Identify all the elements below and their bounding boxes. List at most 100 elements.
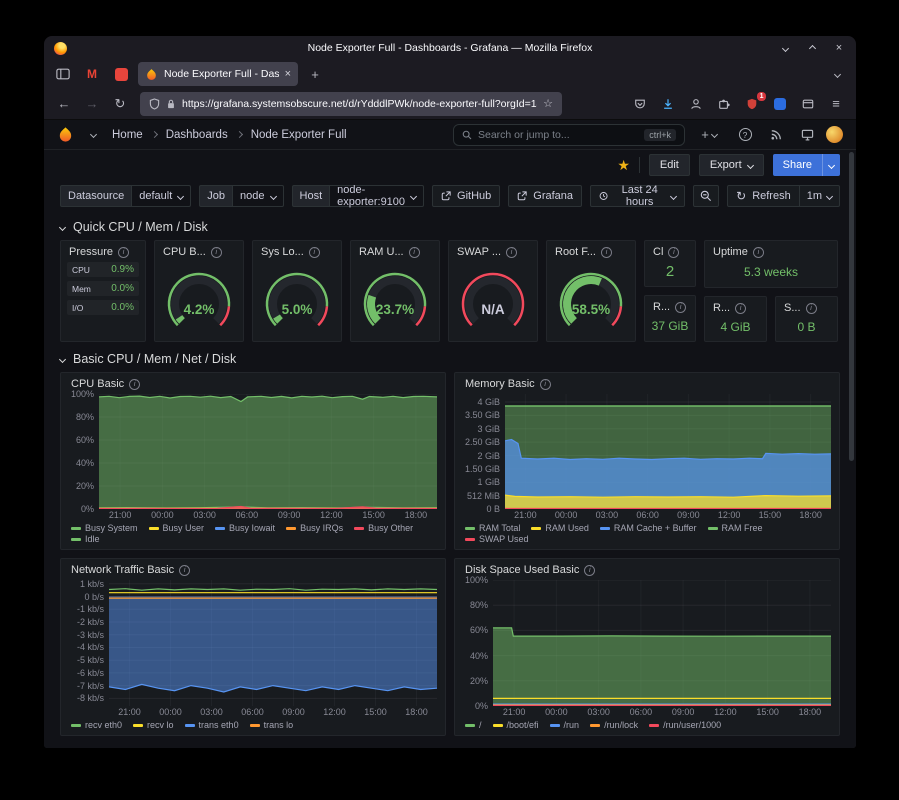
legend-item[interactable]: /run/lock — [590, 720, 638, 730]
panel-info-icon[interactable]: i — [753, 247, 764, 258]
panel-info-icon[interactable]: i — [668, 247, 679, 258]
create-new-button[interactable]: + — [692, 124, 726, 146]
active-tab[interactable]: Node Exporter Full - Dashbo × — [138, 62, 298, 86]
legend-item[interactable]: Busy Iowait — [215, 523, 275, 533]
containers-button[interactable] — [795, 92, 821, 116]
display-button[interactable] — [795, 124, 819, 146]
panel-info-icon[interactable]: i — [211, 247, 222, 258]
panel-info-icon[interactable]: i — [584, 565, 595, 576]
address-bar[interactable]: https://grafana.systemsobscure.net/d/rYd… — [140, 92, 562, 116]
pocket-button[interactable] — [627, 92, 653, 116]
page-scrollbar[interactable] — [848, 152, 855, 746]
legend-item[interactable]: RAM Free — [708, 523, 763, 533]
legend-item[interactable]: RAM Used — [531, 523, 589, 533]
legend-item[interactable]: RAM Cache + Buffer — [600, 523, 697, 533]
zoom-out-button[interactable] — [693, 185, 719, 207]
gauge-canvas[interactable]: 58.5% — [547, 260, 635, 341]
news-button[interactable] — [764, 124, 788, 146]
window-minimize-button[interactable] — [778, 41, 792, 55]
legend-item[interactable]: Busy IRQs — [286, 523, 343, 533]
chart-canvas[interactable] — [505, 394, 831, 509]
legend-item[interactable]: recv eth0 — [71, 720, 122, 730]
panel-info-icon[interactable]: i — [601, 247, 612, 258]
export-button[interactable]: Export — [699, 154, 764, 176]
gauge-canvas[interactable]: 23.7% — [351, 260, 439, 341]
variable-value[interactable]: node — [232, 185, 283, 207]
search-input[interactable]: Search or jump to... ctrl+k — [453, 124, 685, 146]
panel-info-icon[interactable]: i — [409, 247, 420, 258]
lock-icon[interactable] — [166, 98, 176, 110]
legend-item[interactable]: Busy System — [71, 523, 138, 533]
back-button[interactable]: ← — [51, 92, 77, 116]
panel-info-icon[interactable]: i — [506, 247, 517, 258]
user-avatar[interactable] — [826, 126, 843, 143]
pinned-tab-gmail[interactable]: M — [80, 62, 104, 86]
legend-item[interactable]: Busy User — [149, 523, 205, 533]
variable-datasource[interactable]: Datasource default — [60, 185, 191, 207]
panel-info-icon[interactable]: i — [309, 247, 320, 258]
section-basic[interactable]: Basic CPU / Mem / Net / Disk — [60, 346, 840, 372]
legend-item[interactable]: Idle — [71, 534, 100, 544]
chart-canvas[interactable] — [493, 580, 831, 706]
favorite-star-icon[interactable]: ★ — [617, 157, 630, 174]
gauge-canvas[interactable]: 4.2% — [155, 260, 243, 341]
reload-button[interactable]: ↻ — [107, 92, 133, 116]
panel-info-icon[interactable]: i — [540, 379, 551, 390]
panel-info-icon[interactable]: i — [179, 565, 190, 576]
legend-item[interactable]: RAM Total — [465, 523, 520, 533]
refresh-button[interactable]: ↻ Refresh — [727, 185, 800, 207]
gauge-canvas[interactable]: 5.0% — [253, 260, 341, 341]
legend-item[interactable]: /run/user/1000 — [649, 720, 721, 730]
panel-info-icon[interactable]: i — [735, 303, 746, 314]
github-link-button[interactable]: GitHub — [432, 185, 500, 207]
chart-canvas[interactable] — [99, 394, 437, 509]
new-tab-button[interactable]: + — [303, 62, 327, 86]
chart-canvas[interactable] — [109, 580, 437, 706]
mega-menu-toggle[interactable] — [81, 124, 105, 146]
gauge-canvas[interactable]: N/A — [449, 260, 537, 341]
share-button[interactable]: Share — [773, 154, 822, 176]
scrollbar-thumb[interactable] — [849, 152, 854, 461]
forward-button[interactable]: → — [79, 92, 105, 116]
pinned-tab-2[interactable] — [109, 62, 133, 86]
panel-info-icon[interactable]: i — [129, 379, 140, 390]
refresh-interval-dropdown[interactable]: 1m — [800, 185, 840, 207]
legend-item[interactable]: recv lo — [133, 720, 174, 730]
variable-host[interactable]: Host node-exporter:9100 — [292, 185, 425, 207]
menu-button[interactable]: ≡ — [823, 92, 849, 116]
edit-button[interactable]: Edit — [649, 154, 690, 176]
adblock-extension-button[interactable]: 1 — [739, 92, 765, 116]
legend-item[interactable]: / — [465, 720, 482, 730]
legend-item[interactable]: Busy Other — [354, 523, 413, 533]
variable-job[interactable]: Job node — [199, 185, 283, 207]
firefox-view-button[interactable] — [51, 62, 75, 86]
tracking-shield-icon[interactable] — [149, 98, 160, 110]
panel-info-icon[interactable]: i — [675, 302, 686, 313]
account-button[interactable] — [683, 92, 709, 116]
legend-item[interactable]: trans lo — [250, 720, 294, 730]
panel-info-icon[interactable]: i — [118, 247, 129, 258]
share-menu-button[interactable] — [822, 154, 840, 176]
breadcrumb-home[interactable]: Home — [112, 129, 143, 141]
grafana-link-button[interactable]: Grafana — [508, 185, 582, 207]
tab-list-button[interactable] — [825, 62, 849, 86]
bookmark-star-button[interactable]: ☆ — [543, 97, 553, 110]
grafana-logo-icon[interactable] — [57, 126, 74, 143]
legend-item[interactable]: trans eth0 — [185, 720, 239, 730]
extensions-button[interactable] — [711, 92, 737, 116]
legend-item[interactable]: /run — [550, 720, 580, 730]
variable-value[interactable]: node-exporter:9100 — [329, 185, 424, 207]
section-quick[interactable]: Quick CPU / Mem / Disk — [60, 214, 840, 240]
panel-info-icon[interactable]: i — [806, 303, 817, 314]
legend-item[interactable]: /boot/efi — [493, 720, 539, 730]
password-manager-button[interactable] — [767, 92, 793, 116]
breadcrumb-dashboards[interactable]: Dashboards — [166, 129, 228, 141]
legend-item[interactable]: SWAP Used — [465, 534, 529, 544]
window-close-button[interactable]: × — [832, 41, 846, 55]
window-maximize-button[interactable] — [805, 41, 819, 55]
variable-value[interactable]: default — [131, 185, 191, 207]
time-range-picker[interactable]: Last 24 hours — [590, 185, 685, 207]
downloads-button[interactable] — [655, 92, 681, 116]
help-button[interactable]: ? — [733, 124, 757, 146]
window-titlebar[interactable]: Node Exporter Full - Dashboards - Grafan… — [44, 36, 856, 60]
